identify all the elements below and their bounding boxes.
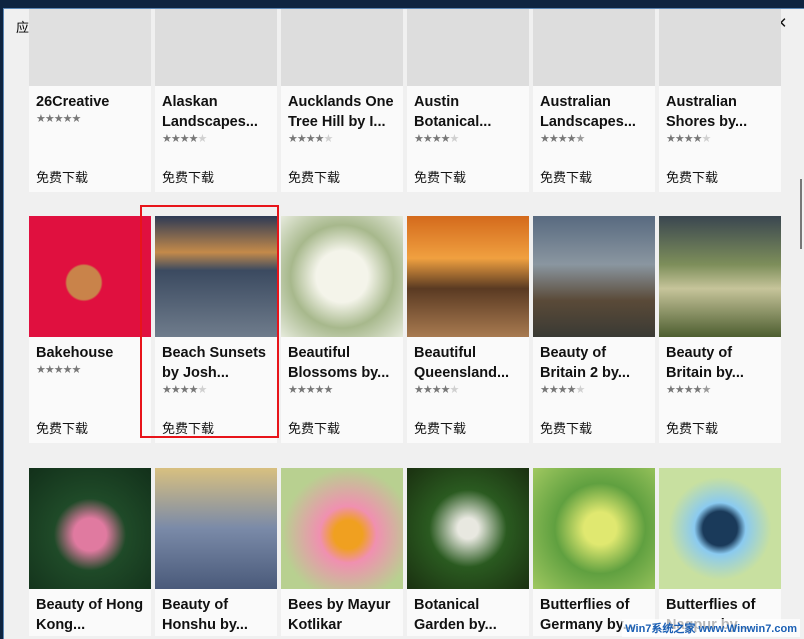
highlight-box bbox=[140, 205, 279, 438]
app-thumbnail bbox=[155, 9, 277, 86]
app-tile[interactable]: Butterflies of Germany by... bbox=[533, 468, 655, 636]
app-tile[interactable]: Butterflies of Nagpur by... bbox=[659, 468, 781, 636]
app-name: Beautiful Blossoms by... bbox=[288, 345, 390, 381]
app-thumbnail bbox=[659, 9, 781, 86]
app-tile[interactable]: Aucklands One Tree Hill by I... ★★★★★ 免费下载 bbox=[281, 9, 403, 192]
star-rating: ★★★★★ bbox=[288, 133, 333, 145]
star-rating: ★★★★★ bbox=[666, 384, 711, 396]
price-label: 免费下载 bbox=[36, 170, 89, 185]
star-rating: ★★★★★ bbox=[666, 133, 711, 145]
app-thumbnail bbox=[407, 9, 529, 86]
app-tile[interactable]: Beauty of Britain 2 by... ★★★★★ 免费下载 bbox=[533, 216, 655, 443]
star-rating: ★★★★★ bbox=[414, 133, 459, 145]
app-name: Bakehouse bbox=[36, 345, 114, 361]
app-name: Alaskan Landscapes... bbox=[162, 94, 258, 130]
app-tile[interactable]: 26Creative ★★★★★ 免费下载 bbox=[29, 9, 151, 192]
star-rating: ★★★★★ bbox=[36, 364, 81, 376]
app-tile[interactable]: Beauty of Honshu by... bbox=[155, 468, 277, 636]
star-rating: ★★★★★ bbox=[540, 133, 585, 145]
app-thumbnail bbox=[659, 216, 781, 337]
app-name: Beauty of Hong Kong... bbox=[36, 597, 144, 633]
watermark: Win7系统之家 www.Winwin7.com bbox=[622, 619, 800, 637]
app-tile[interactable]: Beautiful Queensland... ★★★★★ 免费下载 bbox=[407, 216, 529, 443]
app-thumbnail bbox=[659, 468, 781, 589]
app-tile[interactable]: Beauty of Britain by... ★★★★★ 免费下载 bbox=[659, 216, 781, 443]
app-name: Beautiful Queensland... bbox=[414, 345, 510, 381]
price-label: 免费下载 bbox=[288, 421, 341, 436]
app-name: Australian Landscapes... bbox=[540, 94, 636, 130]
price-label: 免费下载 bbox=[666, 421, 719, 436]
scrollbar[interactable] bbox=[798, 89, 804, 259]
app-name: Beauty of Britain 2 by... bbox=[540, 345, 630, 381]
app-tile[interactable]: Botanical Garden by... bbox=[407, 468, 529, 636]
app-thumbnail bbox=[407, 468, 529, 589]
app-thumbnail bbox=[155, 468, 277, 589]
app-thumbnail bbox=[281, 216, 403, 337]
app-name: 26Creative bbox=[36, 94, 110, 110]
price-label: 免费下载 bbox=[162, 170, 215, 185]
star-rating: ★★★★★ bbox=[36, 113, 81, 125]
app-tile[interactable]: Bees by Mayur Kotlikar bbox=[281, 468, 403, 636]
app-tile[interactable]: Australian Shores by... ★★★★★ 免费下载 bbox=[659, 9, 781, 192]
app-thumbnail bbox=[533, 9, 655, 86]
app-name: Beauty of Honshu by... bbox=[162, 597, 248, 633]
star-rating: ★★★★★ bbox=[540, 384, 585, 396]
price-label: 免费下载 bbox=[36, 421, 89, 436]
app-thumbnail bbox=[407, 216, 529, 337]
store-window: 应用商店 — □ ✕ 主页 26Creative★★★★★免费下载 Alaska… bbox=[3, 8, 804, 639]
app-tile[interactable]: Beautiful Blossoms by... ★★★★★ 免费下载 bbox=[281, 216, 403, 443]
app-tile[interactable]: Beauty of Hong Kong... bbox=[29, 468, 151, 636]
app-tile[interactable]: Australian Landscapes... ★★★★★ 免费下载 bbox=[533, 9, 655, 192]
app-thumbnail bbox=[281, 9, 403, 86]
app-name: Austin Botanical... bbox=[414, 94, 492, 130]
app-thumbnail bbox=[29, 216, 151, 337]
price-label: 免费下载 bbox=[540, 170, 593, 185]
app-name: Beauty of Britain by... bbox=[666, 345, 744, 381]
app-thumbnail bbox=[281, 468, 403, 589]
app-name: Aucklands One Tree Hill by I... bbox=[288, 94, 394, 130]
price-label: 免费下载 bbox=[288, 170, 341, 185]
app-name: Australian Shores by... bbox=[666, 94, 748, 130]
price-label: 免费下载 bbox=[414, 170, 467, 185]
app-thumbnail bbox=[533, 468, 655, 589]
price-label: 免费下载 bbox=[540, 421, 593, 436]
star-rating: ★★★★★ bbox=[288, 384, 333, 396]
price-label: 免费下载 bbox=[666, 170, 719, 185]
app-thumbnail bbox=[29, 468, 151, 589]
app-thumbnail bbox=[29, 9, 151, 86]
app-tile[interactable]: Austin Botanical... ★★★★★ 免费下载 bbox=[407, 9, 529, 192]
star-rating: ★★★★★ bbox=[414, 384, 459, 396]
app-name: Bees by Mayur Kotlikar bbox=[288, 597, 391, 633]
app-tile[interactable]: Alaskan Landscapes... ★★★★★ 免费下载 bbox=[155, 9, 277, 192]
app-name: Botanical Garden by... bbox=[414, 597, 497, 633]
app-tile[interactable]: Bakehouse ★★★★★ 免费下载 bbox=[29, 216, 151, 443]
app-thumbnail bbox=[533, 216, 655, 337]
star-rating: ★★★★★ bbox=[162, 133, 207, 145]
price-label: 免费下载 bbox=[414, 421, 467, 436]
